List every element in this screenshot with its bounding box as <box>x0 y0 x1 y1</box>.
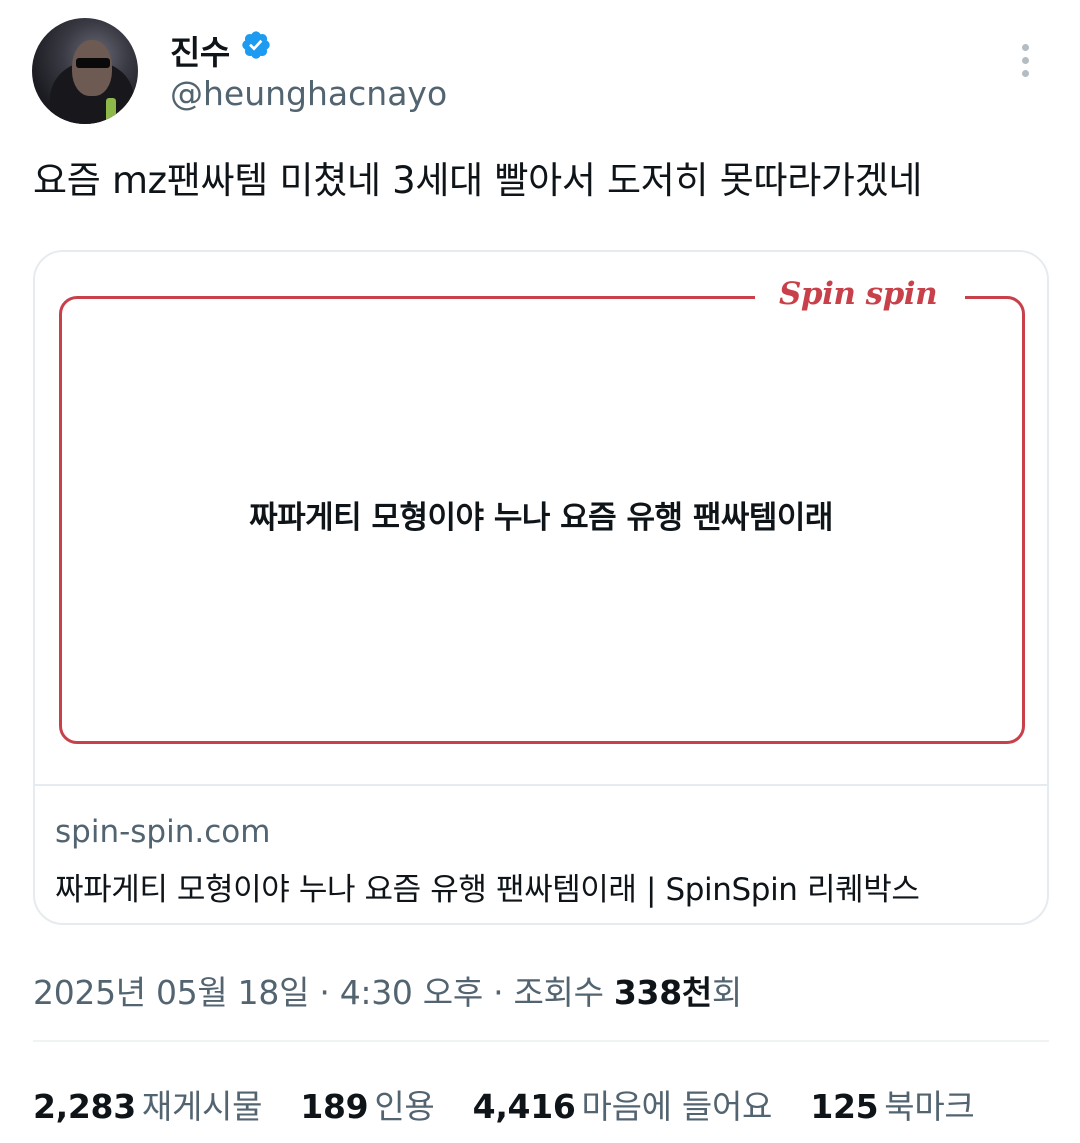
spinspin-logo: Spin spin <box>779 276 938 312</box>
tweet-time[interactable]: 4:30 오후 <box>340 973 484 1012</box>
card-domain: spin-spin.com <box>55 814 271 850</box>
tweet-meta: 2025년 05월 18일 · 4:30 오후 · 조회수 338천회 <box>33 973 742 1012</box>
more-vertical-icon[interactable] <box>1012 44 1040 80</box>
verified-badge-icon <box>242 31 270 59</box>
views-prefix: 조회수 <box>513 973 614 1012</box>
tweet-date[interactable]: 2025년 05월 18일 <box>33 973 309 1012</box>
author-avatar[interactable] <box>32 18 138 124</box>
stat-reposts[interactable]: 2,283 재게시물 <box>33 1080 262 1128</box>
card-title: 짜파게티 모형이야 누나 요즘 유행 팬싸템이래 | SpinSpin 리퀘박스 <box>55 872 920 908</box>
card-image-caption: 짜파게티 모형이야 누나 요즘 유행 팬싸템이래 <box>249 500 833 536</box>
avatar-sunglasses <box>76 58 110 68</box>
stat-quotes[interactable]: 189 인용 <box>300 1080 434 1128</box>
author-handle[interactable]: @heunghacnayo <box>170 74 447 113</box>
stats-divider <box>33 1040 1049 1042</box>
link-card[interactable]: Spin spin 짜파게티 모형이야 누나 요즘 유행 팬싸템이래 spin-… <box>33 250 1049 925</box>
views-count: 338천 <box>613 973 712 1012</box>
tweet-text: 요즘 mz팬싸템 미쳤네 3세대 빨아서 도저히 못따라가겠네 <box>33 159 923 202</box>
tweet-stats: 2,283 재게시물 189 인용 4,416 마음에 들어요 125 북마크 <box>33 1080 1002 1128</box>
avatar-bottle <box>106 98 116 124</box>
card-divider <box>35 784 1047 786</box>
stat-bookmarks[interactable]: 125 북마크 <box>810 1080 974 1128</box>
views-suffix: 회 <box>711 973 742 1012</box>
stat-likes[interactable]: 4,416 마음에 들어요 <box>473 1080 773 1128</box>
avatar-head <box>72 40 112 96</box>
author-name[interactable]: 진수 <box>170 26 230 74</box>
card-image[interactable]: Spin spin 짜파게티 모형이야 누나 요즘 유행 팬싸템이래 <box>35 252 1047 784</box>
